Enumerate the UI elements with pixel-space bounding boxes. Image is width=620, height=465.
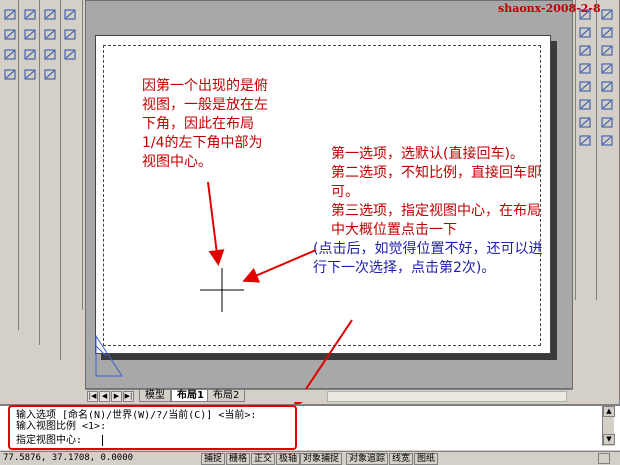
status-snap-button[interactable]: 捕捉: [201, 453, 226, 465]
circle-icon[interactable]: [43, 28, 57, 41]
extend-icon[interactable]: [578, 98, 592, 111]
explode-icon[interactable]: [578, 134, 592, 147]
layout-tabs-bar: |◀ ◀ ▶ ▶| 模型 布局1 布局2: [85, 389, 573, 402]
stretch-icon[interactable]: [578, 80, 592, 93]
rotate-icon[interactable]: [578, 62, 592, 75]
spline-icon[interactable]: [63, 28, 77, 41]
xline-icon[interactable]: [23, 8, 37, 21]
status-lineweight-button[interactable]: 线宽: [389, 453, 414, 465]
arc-icon[interactable]: [23, 28, 37, 41]
status-polar-button[interactable]: 极轴: [276, 453, 301, 465]
horizontal-scrollbar[interactable]: [327, 391, 567, 402]
copy-icon[interactable]: [600, 8, 614, 21]
rectangle-icon[interactable]: [3, 28, 17, 41]
tab-next-button[interactable]: ▶: [111, 391, 122, 402]
move-icon[interactable]: [600, 44, 614, 57]
point-icon[interactable]: [43, 48, 57, 61]
tab-first-button[interactable]: |◀: [87, 391, 98, 402]
left-toolbar-4: [62, 0, 83, 310]
command-scrollbar[interactable]: ▲ ▼: [602, 406, 615, 446]
scale-icon[interactable]: [600, 62, 614, 75]
status-paper-button[interactable]: 图纸: [414, 453, 439, 465]
status-grid-button[interactable]: 栅格: [226, 453, 251, 465]
ellipse-icon[interactable]: [3, 48, 17, 61]
command-prompt-highlight: [8, 405, 297, 450]
table-icon[interactable]: [23, 68, 37, 81]
line-icon[interactable]: [3, 8, 17, 21]
note-option-2: 第二选项，不知比例，直接回车即可。: [331, 165, 541, 200]
status-ortho-button[interactable]: 正交: [251, 453, 276, 465]
status-tray-icon[interactable]: [598, 453, 610, 464]
tab-model[interactable]: 模型: [139, 390, 171, 402]
tab-prev-button[interactable]: ◀: [99, 391, 110, 402]
polygon-icon[interactable]: [63, 8, 77, 21]
right-toolbar-2: [598, 0, 620, 404]
offset-icon[interactable]: [600, 26, 614, 39]
trim-icon[interactable]: [600, 80, 614, 93]
note-option-3-detail: (点击后，如觉得位置不好，还可以进行下一次选择，点击第2次)。: [313, 241, 543, 276]
insert-block-icon[interactable]: [23, 48, 37, 61]
region-icon[interactable]: [3, 68, 17, 81]
scroll-down-arrow[interactable]: ▼: [603, 434, 615, 445]
array-icon[interactable]: [578, 44, 592, 57]
hatch-icon[interactable]: [63, 48, 77, 61]
coordinate-readout: 77.5876, 37.1708, 0.0000: [3, 453, 134, 463]
mirror-icon[interactable]: [578, 26, 592, 39]
break-icon[interactable]: [600, 98, 614, 111]
fillet-icon[interactable]: [600, 116, 614, 129]
note-option-3: 第三选项，指定视图中心，在布局中大概位置点击一下: [331, 203, 541, 238]
scroll-up-arrow[interactable]: ▲: [603, 406, 615, 417]
chamfer-icon[interactable]: [578, 116, 592, 129]
note-view-center: 因第一个出现的是俯视图，一般是放在左下角，因此在布局1/4的左下角中部为视图中心…: [142, 78, 268, 170]
watermark: shaonx-2008-2-8: [498, 2, 601, 15]
tab-layout1[interactable]: 布局1: [171, 390, 210, 402]
text-icon[interactable]: [43, 68, 57, 81]
polyline-icon[interactable]: [43, 8, 57, 21]
note-option-1: 第一选项，选默认(直接回车)。: [331, 146, 524, 162]
tab-layout2[interactable]: 布局2: [207, 390, 246, 402]
status-otrack-button[interactable]: 对象追踪: [346, 453, 389, 465]
text-A-icon[interactable]: [600, 134, 614, 147]
tab-last-button[interactable]: ▶|: [123, 391, 134, 402]
note-options: 第一选项，选默认(直接回车)。 第二选项，不知比例，直接回车即可。 第三选项，指…: [313, 145, 551, 278]
status-bar: 77.5876, 37.1708, 0.0000 捕捉 栅格 正交 极轴 对象捕…: [0, 451, 620, 465]
status-osnap-button[interactable]: 对象捕捉: [300, 453, 343, 465]
